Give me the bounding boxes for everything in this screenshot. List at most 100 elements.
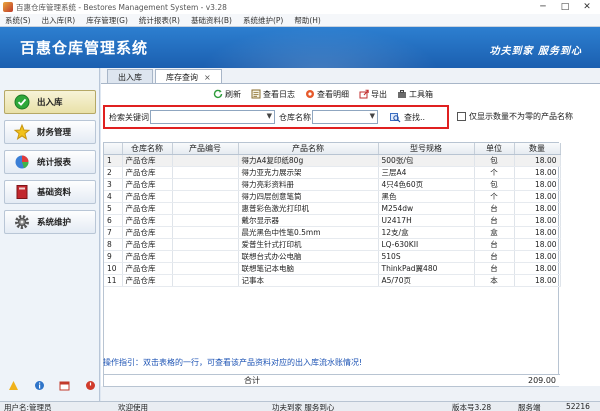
toolbox-icon — [397, 89, 407, 99]
row-index: 3 — [104, 178, 123, 191]
nonzero-checkbox[interactable] — [457, 112, 466, 121]
power-icon[interactable] — [85, 380, 96, 391]
column-header-quantity[interactable]: 数量 — [514, 143, 561, 155]
status-port-label: 服务端 — [518, 403, 541, 411]
table-row[interactable]: 11 产品仓库 记事本 A5/70页本 18.00 — [104, 274, 561, 287]
warehouse-input[interactable] — [313, 111, 377, 123]
table-row[interactable]: 3 产品仓库 得力亮彩资料册 4只4色60页包 18.00 — [104, 178, 561, 191]
tab-stock-io[interactable]: 出入库 — [107, 69, 153, 84]
nonzero-filter[interactable]: 仅显示数量不为零的产品名称 — [457, 111, 573, 122]
warehouse-cell: 产品仓库 — [122, 190, 173, 203]
refresh-icon — [213, 89, 223, 99]
column-header-spec[interactable]: 型号规格 — [378, 143, 475, 155]
search-icon — [390, 112, 401, 123]
log-icon — [251, 89, 261, 99]
tab-inventory-query[interactable]: 库存查询 × — [155, 69, 222, 84]
refresh-button[interactable]: 刷新 — [213, 89, 241, 100]
unit-cell: 台 — [474, 202, 515, 215]
total-value: 209.00 — [528, 376, 556, 385]
title-bar: 百惠仓库管理系统 - Bestores Management System - … — [0, 0, 600, 14]
column-header-product-code[interactable]: 产品编号 — [172, 143, 239, 155]
column-header-unit[interactable]: 单位 — [474, 143, 515, 155]
menu-system[interactable]: 系统(S) — [5, 15, 31, 26]
menu-reports[interactable]: 统计报表(R) — [139, 15, 180, 26]
table-row[interactable]: 6 产品仓库 戴尔显示器 U2417H 台 18.00 — [104, 214, 561, 227]
chevron-down-icon[interactable]: ▼ — [267, 112, 272, 120]
column-header-index[interactable] — [104, 143, 123, 155]
quantity-cell: 18.00 — [514, 274, 561, 287]
nav-finance[interactable]: 财务管理 — [4, 120, 96, 144]
nav-basic-data[interactable]: 基础资料 — [4, 180, 96, 204]
column-header-warehouse[interactable]: 仓库名称 — [122, 143, 173, 155]
quantity-cell: 18.00 — [514, 154, 561, 167]
quantity-cell: 18.00 — [514, 178, 561, 191]
warning-icon[interactable] — [8, 380, 19, 391]
chevron-down-icon[interactable]: ▼ — [370, 112, 375, 120]
status-slogan: 功夫到家 服务到心 — [272, 403, 335, 411]
nav-label: 统计报表 — [37, 158, 72, 168]
product-code-cell — [172, 154, 239, 167]
calendar-icon[interactable] — [59, 380, 70, 391]
spec-cell: A5/70页 — [378, 274, 475, 287]
row-index: 2 — [104, 166, 123, 179]
pie-chart-icon — [13, 153, 31, 171]
table-row[interactable]: 9 产品仓库 联想台式办公电脑 510S 台 18.00 — [104, 250, 561, 263]
app-icon — [3, 2, 13, 12]
inventory-table[interactable]: 仓库名称 产品编号 产品名称 型号规格 单位 数量 1 产品仓库 得力A4复印纸80… — [103, 142, 561, 387]
menu-basic-data[interactable]: 基础资料(B) — [191, 15, 232, 26]
product-name-cell: 得力A4复印纸80g — [238, 154, 379, 167]
menu-help[interactable]: 帮助(H) — [294, 15, 321, 26]
close-icon[interactable]: × — [204, 73, 211, 82]
info-icon[interactable] — [34, 380, 45, 391]
nav-maintenance[interactable]: 系统维护 — [4, 210, 96, 234]
nav-reports[interactable]: 统计报表 — [4, 150, 96, 174]
quantity-cell: 18.00 — [514, 238, 561, 251]
table-totals-row: 合计 209.00 — [104, 374, 560, 386]
table-row[interactable]: 8 产品仓库 爱普生针式打印机 LQ-630KII 台 18.00 — [104, 238, 561, 251]
spec-cell: 4只4色60页 — [378, 178, 475, 191]
export-button[interactable]: 导出 — [359, 89, 387, 100]
menu-stock-io[interactable]: 出入库(R) — [42, 15, 76, 26]
table-row[interactable]: 10 产品仓库 联想笔记本电脑 ThinkPad翼480 台 18.00 — [104, 262, 561, 275]
product-name-cell: 惠普彩色激光打印机 — [238, 202, 379, 215]
table-row[interactable]: 7 产品仓库 晨光黑色中性笔0.5mm 12支/盒盒 18.00 — [104, 226, 561, 239]
table-row[interactable]: 2 产品仓库 得力亚克力展示架 三层A4 个 18.00 — [104, 166, 561, 179]
warehouse-cell: 产品仓库 — [122, 214, 173, 227]
search-button[interactable]: 查找.. — [390, 112, 425, 123]
warehouse-cell: 产品仓库 — [122, 250, 173, 263]
view-detail-button[interactable]: 查看明细 — [305, 89, 349, 100]
warehouse-cell: 产品仓库 — [122, 226, 173, 239]
view-log-button[interactable]: 查看日志 — [251, 89, 295, 100]
nonzero-filter-label: 仅显示数量不为零的产品名称 — [469, 112, 573, 121]
product-name-cell: 得力四层创意笔筒 — [238, 190, 379, 203]
close-button[interactable]: ✕ — [576, 0, 598, 14]
row-index: 11 — [104, 274, 123, 287]
table-row[interactable]: 4 产品仓库 得力四层创意笔筒 黑色个 18.00 — [104, 190, 561, 203]
product-name-cell: 晨光黑色中性笔0.5mm — [238, 226, 379, 239]
product-name-cell: 联想笔记本电脑 — [238, 262, 379, 275]
keyword-combo[interactable]: ▼ — [150, 110, 275, 124]
product-name-cell: 得力亚克力展示架 — [238, 166, 379, 179]
gear-icon — [13, 213, 31, 231]
keyword-input[interactable] — [151, 111, 274, 123]
column-header-product-name[interactable]: 产品名称 — [238, 143, 379, 155]
menu-maintenance[interactable]: 系统维护(P) — [243, 15, 283, 26]
product-code-cell — [172, 262, 239, 275]
book-icon — [13, 183, 31, 201]
product-code-cell — [172, 166, 239, 179]
header-banner: 百惠仓库管理系统 功夫到家 服务到心 — [0, 27, 600, 68]
product-code-cell — [172, 274, 239, 287]
unit-cell: 台 — [474, 214, 515, 227]
left-bottom-toolbar — [8, 380, 96, 391]
menu-inventory[interactable]: 库存管理(G) — [86, 15, 128, 26]
toolbox-button[interactable]: 工具箱 — [397, 89, 433, 100]
menu-bar: 系统(S) 出入库(R) 库存管理(G) 统计报表(R) 基础资料(B) 系统维… — [0, 14, 600, 27]
nav-stock-io[interactable]: 出入库 — [4, 90, 96, 114]
minimize-button[interactable]: ─ — [532, 0, 554, 14]
product-code-cell — [172, 214, 239, 227]
warehouse-combo[interactable]: ▼ — [312, 110, 378, 124]
table-row[interactable]: 5 产品仓库 惠普彩色激光打印机 M254dw 台 18.00 — [104, 202, 561, 215]
system-name: 百惠仓库管理系统 — [20, 39, 149, 57]
table-row[interactable]: 1 产品仓库 得力A4复印纸80g 500张/包包 18.00 — [104, 154, 561, 167]
maximize-button[interactable]: □ — [554, 0, 576, 14]
